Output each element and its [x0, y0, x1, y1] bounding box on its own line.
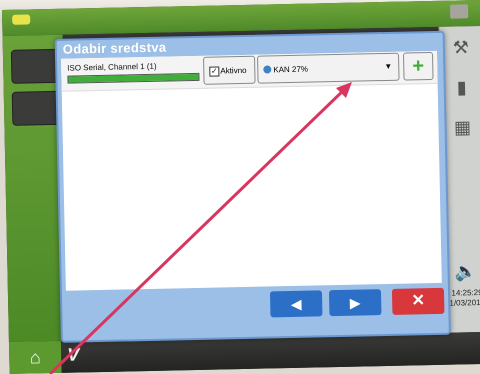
pointer-annotation — [48, 82, 352, 374]
pointer-line — [48, 84, 350, 374]
